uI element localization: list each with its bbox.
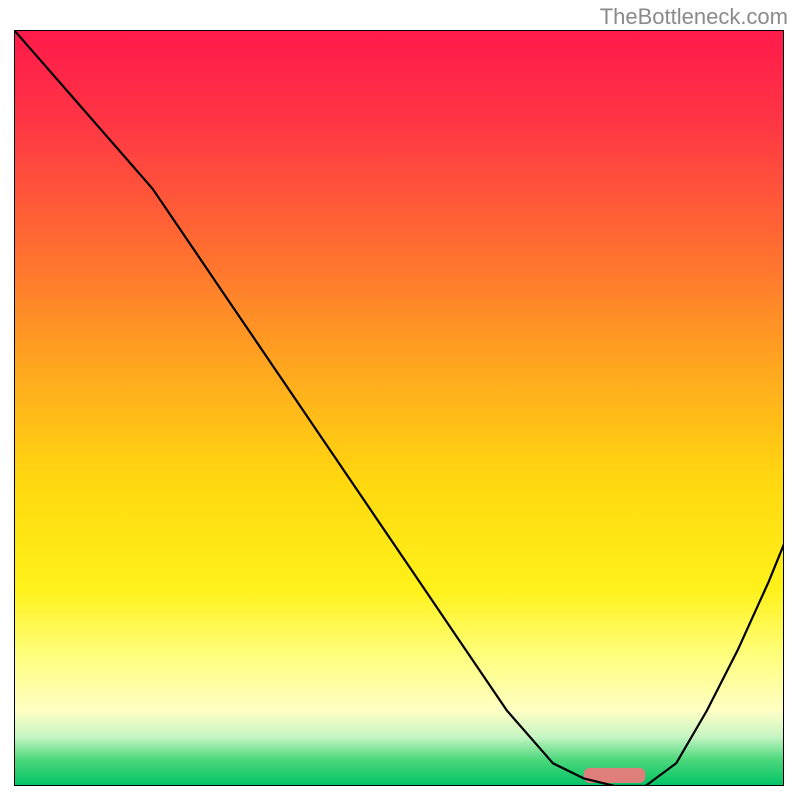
plot-area xyxy=(14,30,784,786)
bottleneck-chart xyxy=(14,30,784,786)
watermark-label: TheBottleneck.com xyxy=(600,4,788,30)
gradient-background xyxy=(14,30,784,786)
chart-container: TheBottleneck.com xyxy=(0,0,800,800)
